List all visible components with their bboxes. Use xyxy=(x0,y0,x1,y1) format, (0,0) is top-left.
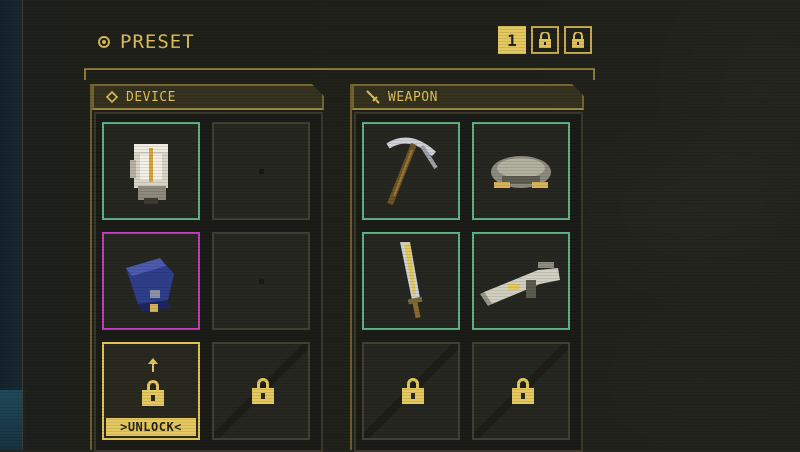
weapon-slot-1[interactable] xyxy=(362,122,460,220)
weapon-slot-3[interactable] xyxy=(362,232,460,330)
sword-weapon-icon xyxy=(400,242,423,319)
preset-tabs: 1 xyxy=(498,26,592,54)
lock-icon xyxy=(142,380,164,406)
diamond-icon xyxy=(106,91,118,103)
weapon-slot-5-locked[interactable] xyxy=(362,342,460,440)
upgrade-arrow-icon xyxy=(148,358,158,372)
preset-header: PRESET xyxy=(98,30,195,54)
device-slot-6-locked[interactable] xyxy=(212,342,310,440)
preset-tab-1[interactable]: 1 xyxy=(498,26,526,54)
weapon-tab: WEAPON xyxy=(352,84,584,110)
preset-tab-2-locked[interactable] xyxy=(531,26,559,54)
cannon-weapon-icon xyxy=(480,262,560,306)
blue-pod-device-icon xyxy=(126,258,174,312)
device-tab: DEVICE xyxy=(92,84,324,110)
white-backpack-device-icon xyxy=(130,144,168,204)
weapon-title: WEAPON xyxy=(388,89,438,105)
lock-icon xyxy=(252,378,274,404)
lock-icon xyxy=(402,378,424,404)
lock-icon xyxy=(572,32,584,48)
preset-title: PRESET xyxy=(120,31,195,53)
device-slot-4[interactable] xyxy=(212,232,310,330)
preset-tab-3-locked[interactable] xyxy=(564,26,592,54)
lock-icon xyxy=(539,32,551,48)
weapon-slot-6-locked[interactable] xyxy=(472,342,570,440)
device-slot-1[interactable] xyxy=(102,122,200,220)
weapon-slot-2[interactable] xyxy=(472,122,570,220)
pickaxe-weapon-icon xyxy=(386,137,438,206)
device-slot-5-unlockable[interactable]: >UNLOCK< xyxy=(102,342,200,440)
weapon-slot-4[interactable] xyxy=(472,232,570,330)
sword-icon xyxy=(366,90,380,104)
device-title: DEVICE xyxy=(126,89,176,105)
lock-icon xyxy=(512,378,534,404)
device-slot-3[interactable] xyxy=(102,232,200,330)
target-icon xyxy=(98,36,110,48)
unlock-button[interactable]: >UNLOCK< xyxy=(106,418,196,436)
drone-weapon-icon xyxy=(491,156,551,188)
header-divider xyxy=(84,68,595,80)
device-slot-2[interactable] xyxy=(212,122,310,220)
